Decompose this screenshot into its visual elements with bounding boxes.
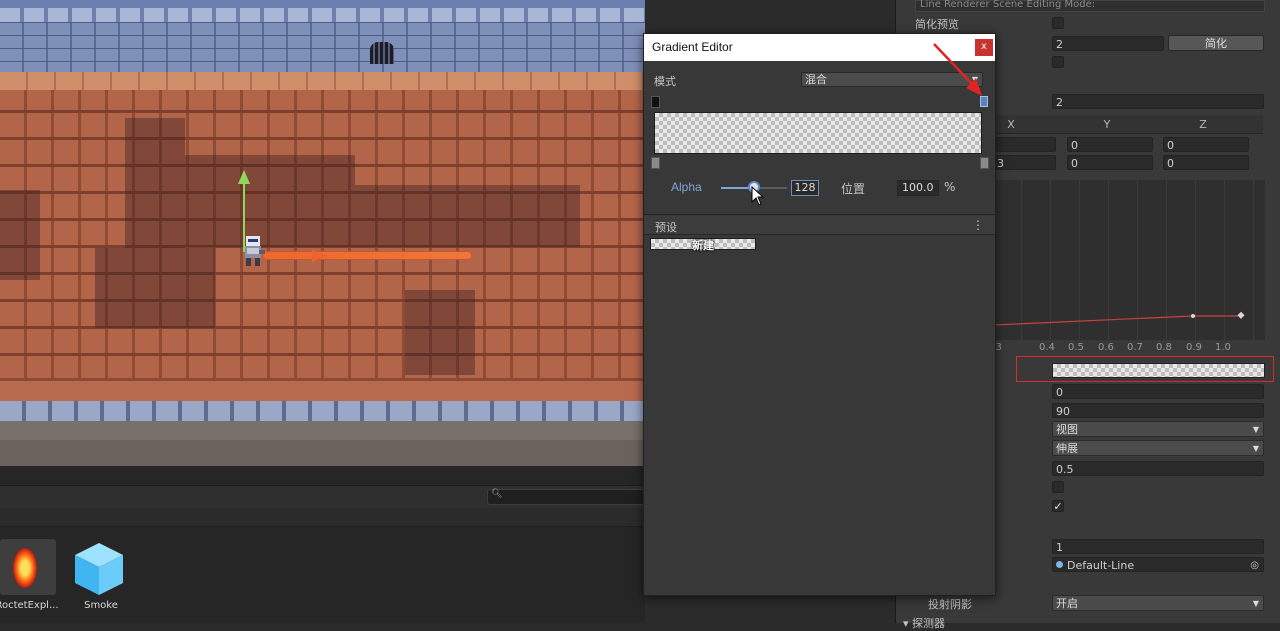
cast-shadows-label: 投射阴影 xyxy=(928,598,972,611)
foldout-arrow-icon: ▾ xyxy=(903,617,913,630)
sorting-order-field[interactable]: 1 xyxy=(1052,539,1264,554)
mode-value: 混合 xyxy=(805,73,827,86)
roof-shadow xyxy=(355,185,580,247)
axis-header-x: X xyxy=(1007,118,1015,131)
roof-shadow xyxy=(405,290,475,375)
roof-shadow xyxy=(185,155,355,247)
position-0-z[interactable]: 0 xyxy=(1163,137,1249,152)
color-key-start[interactable] xyxy=(651,157,660,169)
simplify-preview-label: 简化预览 xyxy=(915,18,959,31)
castle-battlement xyxy=(0,8,645,22)
gradient-preview-bar[interactable] xyxy=(654,112,982,154)
positions-size-field[interactable]: 2 xyxy=(1052,94,1264,109)
curve-tick: 0.7 xyxy=(1127,342,1143,353)
corner-vertices-field[interactable]: 0 xyxy=(1052,384,1264,399)
alpha-key-start[interactable] xyxy=(651,96,660,108)
dropdown-arrow-icon: ▼ xyxy=(1252,444,1259,453)
roof-shadow xyxy=(95,248,215,328)
player-sprite[interactable] xyxy=(243,234,265,268)
divider xyxy=(644,214,995,215)
curve-tick: 1.0 xyxy=(1215,342,1231,353)
scene-view[interactable] xyxy=(0,0,645,466)
width-curve[interactable] xyxy=(993,180,1265,340)
roof-top-edge xyxy=(0,72,645,90)
project-breadcrumb-bar xyxy=(0,508,645,527)
scene-editing-mode-bar: Line Renderer Scene Editing Mode: xyxy=(915,0,1265,12)
probes-section-label: 探测器 xyxy=(912,617,946,630)
gradient-editor-window: Gradient Editor x 模式 混合 ▼ Alpha 128 位置 1… xyxy=(643,33,996,596)
probes-section-header[interactable]: ▾ 探测器 xyxy=(903,615,945,631)
width-curve-editor[interactable] xyxy=(993,180,1265,340)
checkmark-icon: ✓ xyxy=(1053,500,1063,513)
material-field[interactable]: Default-Line ◎ xyxy=(1052,557,1264,572)
roof-shadow xyxy=(0,190,40,280)
mode-label: 模式 xyxy=(654,75,676,88)
new-preset-button[interactable]: 新建 xyxy=(650,238,756,252)
search-icon: 🔍︎ xyxy=(491,489,503,499)
asset-label: RoctetExpl... xyxy=(0,600,59,611)
curve-tick: 0.9 xyxy=(1186,342,1202,353)
presets-header xyxy=(644,216,995,235)
asset-label: Smoke xyxy=(84,600,118,611)
curve-tick: 0.6 xyxy=(1098,342,1114,353)
simplify-preview-checkbox[interactable] xyxy=(1052,17,1064,29)
location-value-field[interactable]: 100.0 xyxy=(897,180,939,196)
curve-tick: 0.5 xyxy=(1068,342,1084,353)
ground-dark xyxy=(0,440,645,466)
castle-wall-rows xyxy=(0,22,645,74)
line-renderer-preview xyxy=(262,251,472,260)
new-preset-label: 新建 xyxy=(692,239,714,252)
location-label: 位置 xyxy=(841,182,866,196)
dropdown-arrow-icon: ▼ xyxy=(1252,425,1259,434)
material-icon xyxy=(1056,561,1063,568)
mouse-cursor-icon xyxy=(751,186,765,206)
color-key-end[interactable] xyxy=(980,157,989,169)
cast-shadows-value: 开启 xyxy=(1056,597,1078,610)
prefab-cube-icon[interactable] xyxy=(73,541,125,597)
project-search-field[interactable]: 🔍︎ xyxy=(487,489,647,505)
explosion-prefab-icon xyxy=(13,548,37,588)
texture-mode-value: 伸展 xyxy=(1056,442,1078,455)
loop-checkbox[interactable] xyxy=(1052,56,1064,68)
alpha-value-field[interactable]: 128 xyxy=(791,180,819,196)
position-0-x[interactable] xyxy=(993,137,1056,152)
highlight-box xyxy=(1016,356,1274,382)
alpha-label: Alpha xyxy=(671,180,702,194)
axis-header-y: Y xyxy=(1103,118,1111,131)
alignment-dropdown[interactable]: 视图 ▼ xyxy=(1052,421,1264,437)
stone-fence xyxy=(0,401,645,421)
shadow-bias-field[interactable]: 0.5 xyxy=(1052,461,1264,476)
material-value: Default-Line xyxy=(1067,559,1135,572)
gradient-editor-title: Gradient Editor xyxy=(652,40,733,54)
end-cap-vertices-field[interactable]: 90 xyxy=(1052,403,1264,418)
generate-lighting-data-checkbox[interactable] xyxy=(1052,481,1064,493)
simplify-tolerance-field[interactable]: 2 xyxy=(1052,36,1164,51)
dropdown-arrow-icon: ▼ xyxy=(1252,599,1259,608)
annotation-arrow-icon xyxy=(933,43,982,96)
curve-tick: 0.4 xyxy=(1039,342,1055,353)
move-gizmo-y-arrow[interactable] xyxy=(238,170,250,184)
barred-window xyxy=(370,42,394,64)
curve-tick: 0.8 xyxy=(1156,342,1172,353)
position-1-y[interactable]: 0 xyxy=(1067,155,1153,170)
axis-header-z: Z xyxy=(1199,118,1207,131)
presets-menu-icon[interactable]: ⋮ xyxy=(972,218,984,232)
alignment-value: 视图 xyxy=(1056,423,1078,436)
cast-shadows-dropdown[interactable]: 开启 ▼ xyxy=(1052,595,1264,611)
scene-editing-mode-label: Line Renderer Scene Editing Mode: xyxy=(920,0,1096,10)
presets-label: 预设 xyxy=(655,221,677,234)
simplify-button[interactable]: 简化 xyxy=(1168,35,1264,51)
texture-mode-dropdown[interactable]: 伸展 ▼ xyxy=(1052,440,1264,456)
position-0-y[interactable]: 0 xyxy=(1067,137,1153,152)
move-gizmo-x-arrow[interactable] xyxy=(312,250,328,262)
position-1-x[interactable]: 3 xyxy=(993,155,1056,170)
use-world-space-checkbox[interactable]: ✓ xyxy=(1052,500,1064,512)
percent-label: % xyxy=(944,180,956,194)
position-1-z[interactable]: 0 xyxy=(1163,155,1249,170)
object-picker-icon[interactable]: ◎ xyxy=(1250,558,1259,573)
roof-shadow xyxy=(125,118,185,248)
